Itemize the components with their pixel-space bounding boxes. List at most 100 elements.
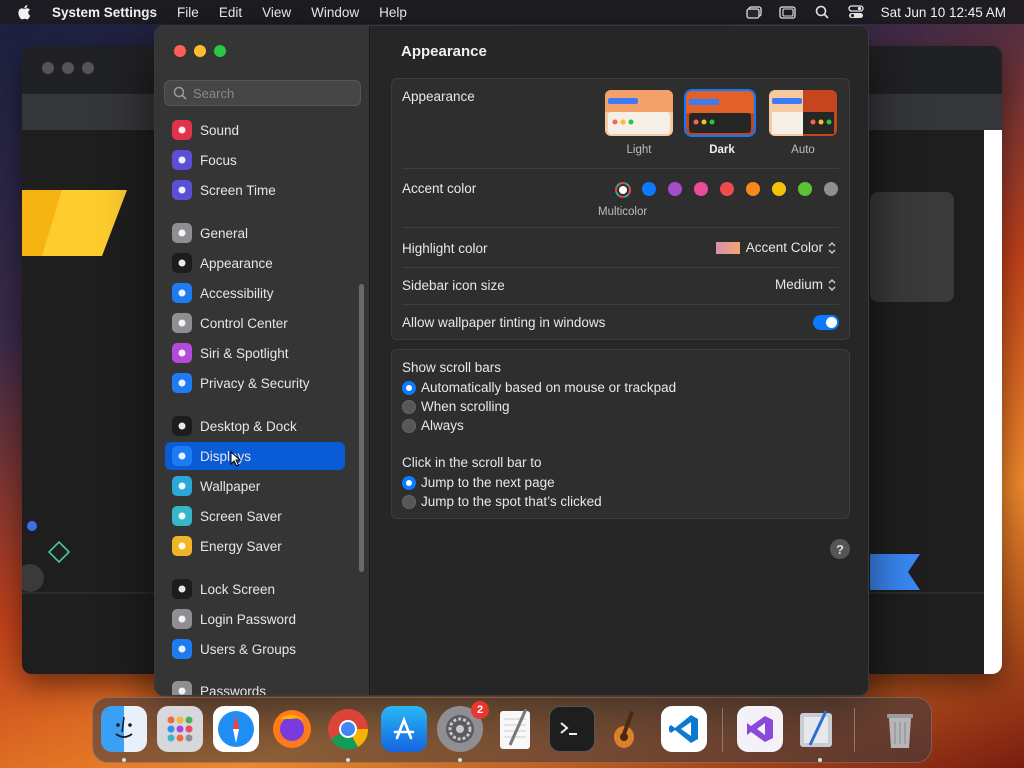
app-store-icon[interactable] (381, 706, 427, 752)
sidebar-item-label: Focus (200, 152, 237, 168)
menu-edit[interactable]: Edit (219, 5, 242, 20)
sidebar-item-displays[interactable]: Displays (165, 442, 345, 470)
sidebar-item-general[interactable]: General (165, 219, 345, 247)
window-close-button[interactable] (174, 45, 186, 57)
notification-badge: 2 (471, 701, 489, 719)
scroll-bars-when-scrolling-label[interactable]: When scrolling (421, 399, 510, 414)
scroll-bars-when-scrolling-radio[interactable] (402, 400, 416, 414)
search-icon (173, 86, 187, 100)
highlight-color-value: Accent Color (745, 240, 823, 255)
system-settings-icon[interactable]: 2 (437, 701, 489, 752)
accent-multicolor-swatch[interactable] (615, 182, 631, 198)
accent-multicolor-caption: Multicolor (598, 206, 648, 218)
menu-window[interactable]: Window (311, 5, 359, 20)
sidebar-item-label: Screen Time (200, 182, 276, 198)
running-indicator (122, 758, 126, 762)
accent-color-swatch[interactable] (798, 182, 812, 196)
sidebar-item-screen-saver[interactable]: Screen Saver (165, 502, 345, 530)
stage-manager-icon[interactable] (745, 5, 763, 19)
appearance-light-option[interactable] (605, 90, 673, 136)
sidebar-item-screen-time[interactable]: Screen Time (165, 176, 345, 204)
menu-view[interactable]: View (262, 5, 291, 20)
menu-help[interactable]: Help (379, 5, 407, 20)
visual-studio-icon[interactable] (737, 706, 783, 752)
click-next-page-radio[interactable] (402, 476, 416, 490)
sidebar-item-label: Siri & Spotlight (200, 345, 289, 361)
accent-color-swatch[interactable] (668, 182, 682, 196)
window-minimize-button[interactable] (194, 45, 206, 57)
sidebar-item-users-groups[interactable]: Users & Groups (165, 635, 345, 663)
sidebar-item-privacy-security[interactable]: Privacy & Security (165, 369, 345, 397)
scroll-bars-auto-label[interactable]: Automatically based on mouse or trackpad (421, 380, 676, 395)
sidebar-item-energy-saver[interactable]: Energy Saver (165, 532, 345, 560)
accent-color-swatch[interactable] (746, 182, 760, 196)
sidebar-item-wallpaper[interactable]: Wallpaper (165, 472, 345, 500)
script-editor-icon[interactable] (793, 706, 839, 752)
finder-icon[interactable] (101, 706, 147, 752)
click-next-page-label[interactable]: Jump to the next page (421, 475, 555, 490)
running-indicator (818, 758, 822, 762)
sidebar-item-label: General (200, 225, 249, 241)
sidebar-item-desktop-dock[interactable]: Desktop & Dock (165, 412, 345, 440)
sidebar-item-appearance[interactable]: Appearance (165, 249, 345, 277)
help-button[interactable]: ? (830, 539, 850, 559)
sidebar-item-accessibility[interactable]: Accessibility (165, 279, 345, 307)
sidebar-item-label: Wallpaper (200, 478, 261, 494)
sidebar-item-label: Energy Saver (200, 538, 282, 554)
window-zoom-button[interactable] (214, 45, 226, 57)
launchpad-icon[interactable] (157, 706, 203, 752)
safari-icon[interactable] (213, 706, 259, 752)
sidebar-item-label: Passwords (200, 683, 267, 696)
firefox-icon[interactable] (269, 706, 315, 752)
accent-color-swatch[interactable] (694, 182, 708, 196)
system-settings-window: Search Sound Focus Screen Time General Appea… (154, 25, 869, 696)
sidebar-item-lock-screen[interactable]: Lock Screen (165, 575, 345, 603)
vscode-icon[interactable] (661, 706, 707, 752)
sidebar-item-sound[interactable]: Sound (165, 116, 345, 144)
accent-color-swatch[interactable] (824, 182, 838, 196)
sidebar-item-control-center[interactable]: Control Center (165, 309, 345, 337)
scroll-bars-auto-radio[interactable] (402, 381, 416, 395)
garageband-icon[interactable] (605, 706, 651, 752)
appearance-dark-option[interactable] (684, 89, 756, 137)
accent-color-swatch[interactable] (642, 182, 656, 196)
sidebar-item-login-password[interactable]: Login Password (165, 605, 345, 633)
scroll-bars-always-radio[interactable] (402, 419, 416, 433)
sidebar-icon-size-value: Medium (774, 277, 823, 292)
apple-icon[interactable] (16, 3, 34, 21)
wallpaper-tinting-toggle[interactable] (813, 315, 839, 330)
sidebar-item-focus[interactable]: Focus (165, 146, 345, 174)
terminal-icon[interactable] (549, 706, 595, 752)
control-center-icon (172, 313, 192, 333)
appearance-icon (172, 253, 192, 273)
sidebar: Search Sound Focus Screen Time General Appea… (155, 26, 370, 695)
click-spot-radio[interactable] (402, 495, 416, 509)
menu-file[interactable]: File (177, 5, 199, 20)
highlight-color-popup[interactable]: Accent Color (715, 240, 837, 255)
menubar-clock[interactable]: Sat Jun 10 12:45 AM (881, 5, 1006, 20)
moon-icon (172, 150, 192, 170)
sidebar-scrollbar[interactable] (359, 284, 364, 572)
accent-color-swatch[interactable] (772, 182, 786, 196)
screen-mirroring-icon[interactable] (779, 5, 797, 19)
search-input[interactable]: Search (164, 80, 361, 106)
textedit-icon[interactable] (493, 706, 539, 752)
appearance-dark-label: Dark (709, 144, 735, 156)
click-spot-label[interactable]: Jump to the spot that’s clicked (421, 494, 602, 509)
bg-close-dot (42, 62, 54, 74)
page-title: Appearance (401, 43, 487, 60)
accent-color-label: Accent color (402, 181, 477, 196)
spotlight-search-icon[interactable] (813, 5, 831, 19)
accent-color-swatch[interactable] (720, 182, 734, 196)
sidebar-item-siri-spotlight[interactable]: Siri & Spotlight (165, 339, 345, 367)
appearance-auto-option[interactable] (769, 90, 837, 136)
sidebar-item-passwords[interactable]: Passwords (165, 677, 345, 696)
scroll-bars-always-label[interactable]: Always (421, 418, 464, 433)
sidebar-item-label: Sound (200, 122, 240, 138)
chrome-icon[interactable] (325, 706, 371, 752)
trash-icon[interactable] (877, 706, 923, 752)
app-name[interactable]: System Settings (52, 5, 157, 20)
scroll-bars-panel: Show scroll bars Automatically based on … (391, 349, 850, 519)
control-center-icon[interactable] (847, 5, 865, 19)
sidebar-icon-size-popup[interactable]: Medium (775, 277, 837, 292)
